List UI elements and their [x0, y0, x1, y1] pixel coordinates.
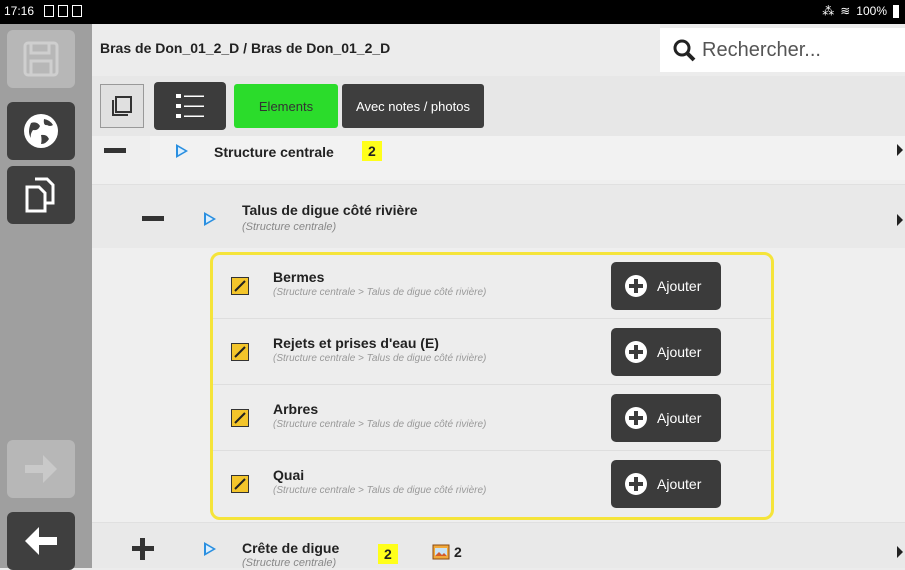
arrow-left-icon: [25, 527, 57, 555]
list-item: Arbres (Structure centrale > Talus de di…: [213, 387, 771, 451]
add-button-label: Ajouter: [657, 278, 702, 294]
globe-button[interactable]: [7, 102, 75, 160]
crete-subtitle: (Structure centrale): [242, 557, 337, 568]
status-right: ⁂ ≋ 100%: [822, 4, 899, 18]
item-subtitle: (Structure centrale > Talus de digue côt…: [273, 419, 487, 430]
collapse-minus-icon[interactable]: [104, 148, 126, 153]
item-title: Arbres: [273, 401, 319, 417]
plus-circle-icon: [625, 275, 647, 297]
search-icon: [673, 39, 696, 62]
plus-circle-icon: [625, 407, 647, 429]
pencil-icon: [231, 277, 249, 295]
forward-button[interactable]: [7, 440, 75, 498]
count-badge: 2: [378, 544, 398, 564]
talus-title: Talus de digue côté rivière: [242, 202, 418, 218]
floppy-disk-icon: [23, 41, 59, 77]
add-button-label: Ajouter: [657, 476, 702, 492]
add-button-label: Ajouter: [657, 344, 702, 360]
arrow-right-icon: [25, 455, 57, 483]
play-triangle-icon[interactable]: [204, 212, 216, 226]
list-item: Rejets et prises d'eau (E) (Structure ce…: [213, 321, 771, 385]
pencil-icon: [231, 475, 249, 493]
status-bar: 17:16 ⁂ ≋ 100%: [0, 0, 905, 24]
collapse-minus-icon[interactable]: [142, 216, 164, 221]
save-button[interactable]: [7, 30, 75, 88]
notification-icons: [44, 5, 82, 17]
globe-icon: [24, 114, 58, 148]
plus-circle-icon: [625, 473, 647, 495]
add-button[interactable]: Ajouter: [611, 394, 721, 442]
expand-arrow-icon[interactable]: [897, 546, 903, 558]
notes-photos-tab[interactable]: Avec notes / photos: [342, 84, 484, 128]
status-time: 17:16: [4, 4, 35, 18]
item-title: Rejets et prises d'eau (E): [273, 335, 439, 351]
header: Bras de Don_01_2_D / Bras de Don_01_2_D …: [92, 24, 905, 76]
search-input[interactable]: Rechercher...: [702, 39, 821, 62]
item-subtitle: (Structure centrale > Talus de digue côt…: [273, 485, 487, 496]
battery-icon: [893, 4, 899, 18]
pencil-icon: [231, 409, 249, 427]
talus-subtitle: (Structure centrale): [242, 221, 337, 233]
add-button-label: Ajouter: [657, 410, 702, 426]
copy-button[interactable]: [7, 166, 75, 224]
pencil-icon: [231, 343, 249, 361]
list-item: Quai (Structure centrale > Talus de digu…: [213, 453, 771, 517]
collapse-icon: [112, 96, 132, 116]
copy-icon: [25, 177, 55, 213]
wifi-icon: ≋: [840, 4, 851, 18]
list-item: Bermes (Structure centrale > Talus de di…: [213, 255, 771, 319]
structure-title: Structure centrale: [214, 144, 334, 160]
list-icon: [176, 94, 204, 118]
signal-icon: ⁂: [822, 4, 835, 18]
battery-level: 100%: [856, 4, 887, 18]
elements-tab[interactable]: Elements: [234, 84, 338, 128]
expand-arrow-icon[interactable]: [897, 214, 903, 226]
list-view-button[interactable]: [154, 82, 226, 130]
add-button[interactable]: Ajouter: [611, 460, 721, 508]
add-button[interactable]: Ajouter: [611, 262, 721, 310]
photo-icon: [432, 544, 450, 560]
item-title: Quai: [273, 467, 305, 483]
breadcrumb: Bras de Don_01_2_D / Bras de Don_01_2_D: [100, 40, 391, 56]
expand-plus-icon[interactable]: [132, 538, 154, 560]
plus-circle-icon: [625, 341, 647, 363]
crete-title: Crête de digue: [242, 540, 340, 556]
expand-arrow-icon[interactable]: [897, 144, 903, 156]
tree-content: Structure centrale 2 Talus de digue côté…: [92, 136, 905, 568]
item-subtitle: (Structure centrale > Talus de digue côt…: [273, 287, 487, 298]
elements-group: Bermes (Structure centrale > Talus de di…: [210, 252, 774, 520]
play-triangle-icon[interactable]: [176, 144, 188, 158]
play-triangle-icon[interactable]: [204, 542, 216, 556]
photo-count: 2: [454, 544, 462, 560]
collapse-all-button[interactable]: [100, 84, 144, 128]
item-title: Bermes: [273, 269, 325, 285]
sidebar: [0, 24, 92, 570]
search-box[interactable]: Rechercher...: [660, 28, 905, 72]
toolbar: Elements Avec notes / photos: [92, 76, 905, 136]
add-button[interactable]: Ajouter: [611, 328, 721, 376]
item-subtitle: (Structure centrale > Talus de digue côt…: [273, 353, 487, 364]
back-button[interactable]: [7, 512, 75, 570]
count-badge: 2: [362, 141, 382, 161]
